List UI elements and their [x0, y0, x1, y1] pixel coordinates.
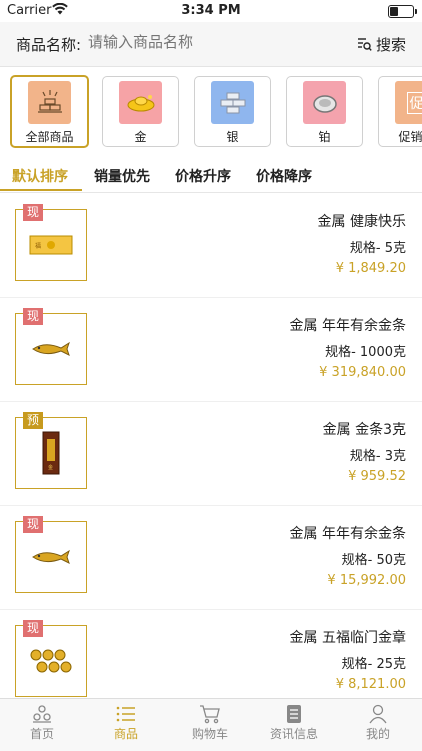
product-name: 金属 健康快乐	[317, 214, 406, 230]
search-input[interactable]	[88, 34, 338, 51]
product-name: 金属 五福临门金章	[289, 630, 406, 646]
tab-label: 资讯信息	[269, 727, 318, 741]
product-price: ¥ 319,840.00	[319, 365, 406, 380]
tab-label: 商品	[113, 727, 138, 741]
clock: 3:34 PM	[181, 3, 241, 18]
search-list-icon	[357, 38, 372, 51]
category-label: 促销商	[398, 130, 422, 144]
product-price: ¥ 15,992.00	[327, 573, 406, 588]
tab-cart[interactable]: 购物车	[168, 703, 252, 742]
sort-default[interactable]: 默认排序	[12, 166, 68, 186]
all-goods-icon	[28, 81, 71, 124]
sort-price-desc[interactable]: 价格降序	[256, 166, 312, 186]
category-label: 银	[226, 130, 239, 144]
search-button-label: 搜索	[375, 36, 406, 54]
category-label: 全部商品	[25, 130, 74, 144]
tab-news[interactable]: 资讯信息	[252, 703, 336, 742]
product-item[interactable]: 金 预 金属 金条3克 规格- 3克 ¥ 959.52	[0, 401, 422, 506]
platinum-ring-icon	[303, 81, 346, 124]
search-bar: 商品名称: 搜索	[0, 22, 422, 67]
category-label: 金	[134, 130, 147, 144]
svg-text:金: 金	[48, 464, 53, 471]
silver-bars-icon	[211, 81, 254, 124]
category-all[interactable]: 全部商品	[10, 75, 89, 148]
product-thumbnail: 现	[15, 308, 87, 385]
bottom-tab-bar: 首页 商品 购物车 资讯信息 我的	[0, 698, 422, 751]
status-bar: Carrier 3:34 PM	[0, 0, 422, 22]
product-spec: 规格- 3克	[349, 449, 406, 464]
cart-icon	[168, 703, 252, 725]
category-strip: 全部商品 金 银 铂 促 促销商	[0, 68, 422, 156]
promotion-icon: 促	[395, 81, 422, 124]
gold-ingot-icon	[119, 81, 162, 124]
product-spec: 规格- 50克	[341, 553, 406, 568]
product-thumbnail: 现	[15, 516, 87, 593]
product-item[interactable]: 福 现 金属 健康快乐 规格- 5克 ¥ 1,849.20	[0, 193, 422, 298]
category-silver[interactable]: 银	[194, 76, 271, 147]
svg-text:福: 福	[35, 242, 41, 250]
category-gold[interactable]: 金	[102, 76, 179, 147]
product-name: 金属 年年有余金条	[289, 318, 406, 334]
product-price: ¥ 959.52	[348, 469, 406, 484]
stock-tag: 现	[23, 204, 44, 221]
product-name: 金属 金条3克	[322, 422, 406, 438]
tab-products[interactable]: 商品	[84, 703, 168, 742]
stock-tag: 现	[23, 516, 44, 533]
battery-icon	[388, 5, 417, 18]
tab-mine[interactable]: 我的	[336, 703, 420, 742]
sort-sales[interactable]: 销量优先	[94, 166, 150, 186]
stock-tag: 现	[23, 308, 44, 325]
product-list: 福 现 金属 健康快乐 规格- 5克 ¥ 1,849.20 现 金属 年年有余金…	[0, 193, 422, 698]
product-item[interactable]: 现 金属 年年有余金条 规格- 1000克 ¥ 319,840.00	[0, 297, 422, 402]
category-platinum[interactable]: 铂	[286, 76, 363, 147]
product-spec: 规格- 5克	[349, 241, 406, 256]
tab-home[interactable]: 首页	[0, 703, 84, 742]
news-icon	[252, 703, 336, 725]
product-name: 金属 年年有余金条	[289, 526, 406, 542]
sort-active-indicator	[0, 189, 82, 191]
tab-label: 购物车	[191, 727, 228, 741]
category-promotion[interactable]: 促 促销商	[378, 76, 422, 147]
presale-tag: 预	[23, 412, 44, 429]
product-spec: 规格- 1000克	[325, 345, 406, 360]
product-price: ¥ 1,849.20	[335, 261, 406, 276]
product-thumbnail: 现	[15, 620, 87, 697]
product-spec: 规格- 25克	[341, 657, 406, 672]
product-price: ¥ 8,121.00	[335, 677, 406, 692]
product-item[interactable]: 现 金属 五福临门金章 规格- 25克 ¥ 8,121.00	[0, 609, 422, 698]
search-button[interactable]: 搜索	[357, 34, 406, 55]
profile-icon	[336, 703, 420, 725]
search-label: 商品名称:	[16, 36, 82, 54]
tab-label: 首页	[29, 727, 54, 741]
tab-label: 我的	[365, 727, 390, 741]
list-icon	[84, 703, 168, 725]
home-icon	[0, 703, 84, 725]
sort-price-asc[interactable]: 价格升序	[175, 166, 231, 186]
product-item[interactable]: 现 金属 年年有余金条 规格- 50克 ¥ 15,992.00	[0, 505, 422, 610]
sort-tabs: 默认排序 销量优先 价格升序 价格降序	[0, 160, 422, 193]
stock-tag: 现	[23, 620, 44, 637]
category-label: 铂	[318, 130, 331, 144]
product-thumbnail: 福 现	[15, 204, 87, 281]
product-thumbnail: 金 预	[15, 412, 87, 489]
